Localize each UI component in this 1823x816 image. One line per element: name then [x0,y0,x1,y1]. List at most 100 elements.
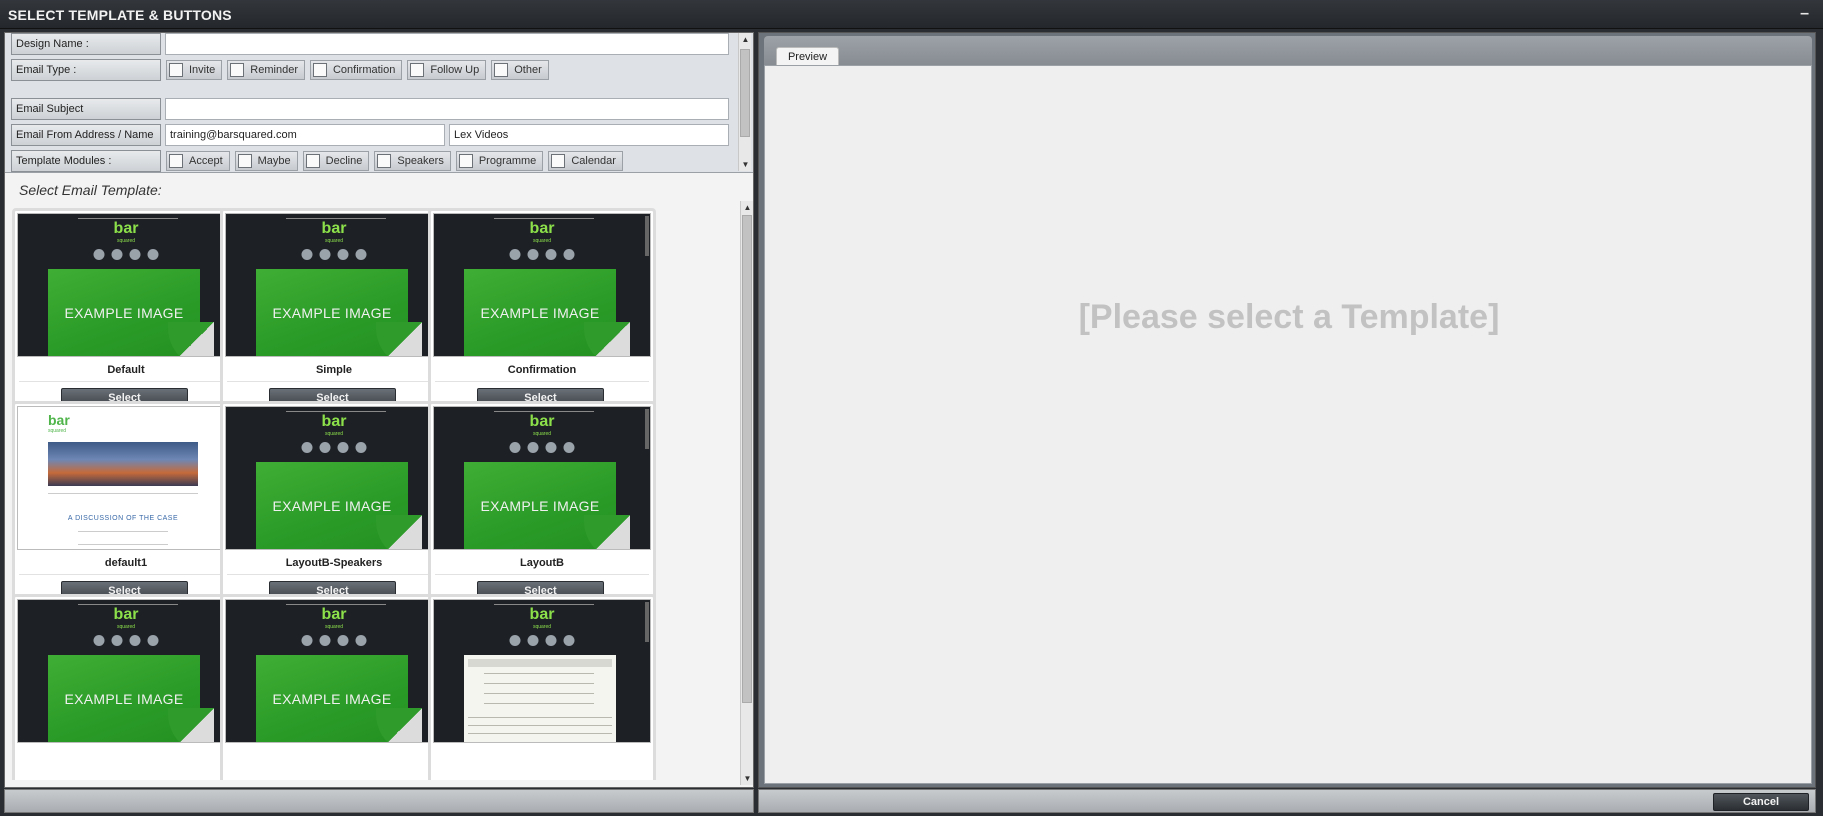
social-icons [93,635,159,646]
home-icon [301,635,313,646]
from-address-input[interactable] [165,124,445,146]
checkbox-decline[interactable]: Decline [302,151,370,171]
template-thumbnail[interactable]: bar squared EXAMPLE IMAGE [17,213,235,357]
plus-icon [147,249,159,260]
template-thumbnail[interactable]: bar squared EXAMPLE IMAGE [225,599,443,743]
email-type-label: Email Type : [11,59,161,81]
checkbox-box-icon[interactable] [458,154,473,168]
page-curl-icon [168,708,214,742]
template-thumbnail[interactable]: bar squared EXAMPLE IMAGE [433,213,651,357]
left-footer-bar [4,789,754,813]
template-settings-panel: Design Name : Email Type : Invite Remind… [4,32,754,788]
checkbox-confirmation[interactable]: Confirmation [309,60,403,80]
tab-preview[interactable]: Preview [776,47,839,66]
template-grid-scroll-thumb[interactable] [742,215,752,703]
template-modules-label: Template Modules : [11,150,161,172]
card-divider [435,381,649,382]
checkbox-box-icon[interactable] [169,63,183,77]
checkbox-maybe[interactable]: Maybe [234,151,298,171]
template-card-confirmation[interactable]: bar squared EXAMPLE IMAGE Confirmation Se… [428,208,656,416]
template-name: LayoutB-Speakers [285,557,383,569]
template-card-row3-3[interactable]: bar squared [428,594,656,780]
email-subject-label: Email Subject [11,98,161,120]
template-grid: bar squared EXAMPLE IMAGE Default Select … [12,208,739,780]
bar-logo: bar squared [321,413,347,438]
social-icons [301,635,367,646]
page-curl-icon [168,322,214,356]
example-image: EXAMPLE IMAGE [464,462,630,549]
checkbox-box-icon[interactable] [305,154,320,168]
minimize-icon[interactable]: – [1800,5,1809,23]
checkbox-reminder[interactable]: Reminder [227,60,305,80]
form-preview-line [484,683,594,684]
template-thumbnail[interactable]: bar squared EXAMPLE IMAGE [433,406,651,550]
template-thumbnail[interactable]: bar squared EXAMPLE IMAGE [225,406,443,550]
plus-icon [563,442,575,453]
template-card-default[interactable]: bar squared EXAMPLE IMAGE Default Select [12,208,240,416]
email-subject-row: Email Subject [11,98,729,120]
checkbox-box-icon[interactable] [169,154,183,168]
template-card-row3-1[interactable]: bar squared EXAMPLE IMAGE [12,594,240,780]
template-card-default1[interactable]: bar squared A DISCUSSION OF THE CASE defa… [12,401,240,609]
checkbox-accept[interactable]: Accept [166,151,230,171]
checkbox-other[interactable]: Other [491,60,549,80]
template-thumbnail[interactable]: bar squared [433,599,651,743]
twitter-icon [527,442,539,453]
template-thumbnail[interactable]: bar squared EXAMPLE IMAGE [17,599,235,743]
thumb-scrollbar [645,602,649,642]
checkbox-box-icon[interactable] [237,154,252,168]
thumb-scrollbar [645,409,649,449]
select-template-heading: Select Email Template: [19,182,162,198]
cancel-button[interactable]: Cancel [1713,793,1809,811]
template-thumbnail[interactable]: bar squared EXAMPLE IMAGE [225,213,443,357]
form-scroll-thumb[interactable] [740,49,750,137]
twitter-icon [111,635,123,646]
home-icon [509,635,521,646]
social-icons [301,249,367,260]
checkbox-box-icon[interactable] [312,63,327,77]
plus-icon [147,635,159,646]
scroll-up-icon[interactable]: ▲ [739,33,752,46]
template-grid-scrollbar[interactable]: ▲ ▼ [740,201,753,785]
form-preview-line [484,693,594,694]
from-name-input[interactable] [449,124,729,146]
checkbox-box-icon[interactable] [551,154,566,168]
checkbox-programme[interactable]: Programme [455,151,544,171]
checkbox-follow-up[interactable]: Follow Up [407,60,487,80]
template-thumbnail[interactable]: bar squared A DISCUSSION OF THE CASE [17,406,235,550]
checkbox-invite[interactable]: Invite [166,60,223,80]
preview-area: [Please select a Template] [764,65,1812,784]
checkbox-box-icon[interactable] [377,154,392,168]
right-footer-bar: Cancel [758,789,1816,813]
email-type-row: Email Type : Invite Reminder Confirmatio… [11,59,549,81]
template-card-layoutb[interactable]: bar squared EXAMPLE IMAGE LayoutB Select [428,401,656,609]
bar-logo: bar squared [321,606,347,631]
template-card-simple[interactable]: bar squared EXAMPLE IMAGE Simple Select [220,208,448,416]
home-icon [93,635,105,646]
design-name-input[interactable] [165,33,729,55]
form-scrollbar[interactable]: ▲ ▼ [738,33,751,171]
scroll-down-icon[interactable]: ▼ [741,772,754,785]
email-from-label: Email From Address / Name [11,124,161,146]
scroll-up-icon[interactable]: ▲ [741,201,754,214]
template-card-layoutb-speakers[interactable]: bar squared EXAMPLE IMAGE LayoutB-Speaker… [220,401,448,609]
example-image: EXAMPLE IMAGE [464,269,630,356]
checkbox-box-icon[interactable] [230,63,245,77]
bar-logo: bar squared [48,412,70,434]
template-name: Simple [315,364,353,376]
card-divider [19,574,233,575]
checkbox-speakers[interactable]: Speakers [374,151,451,171]
example-image: EXAMPLE IMAGE [48,655,214,742]
twitter-icon [319,635,331,646]
bar-logo: bar squared [113,220,139,245]
social-icons [509,249,575,260]
page-curl-icon [376,322,422,356]
social-icons [301,442,367,453]
checkbox-calendar[interactable]: Calendar [548,151,623,171]
scroll-down-icon[interactable]: ▼ [739,158,752,171]
email-subject-input[interactable] [165,98,729,120]
template-card-row3-2[interactable]: bar squared EXAMPLE IMAGE [220,594,448,780]
checkbox-box-icon[interactable] [494,63,509,77]
social-icons [509,635,575,646]
checkbox-box-icon[interactable] [410,63,425,77]
